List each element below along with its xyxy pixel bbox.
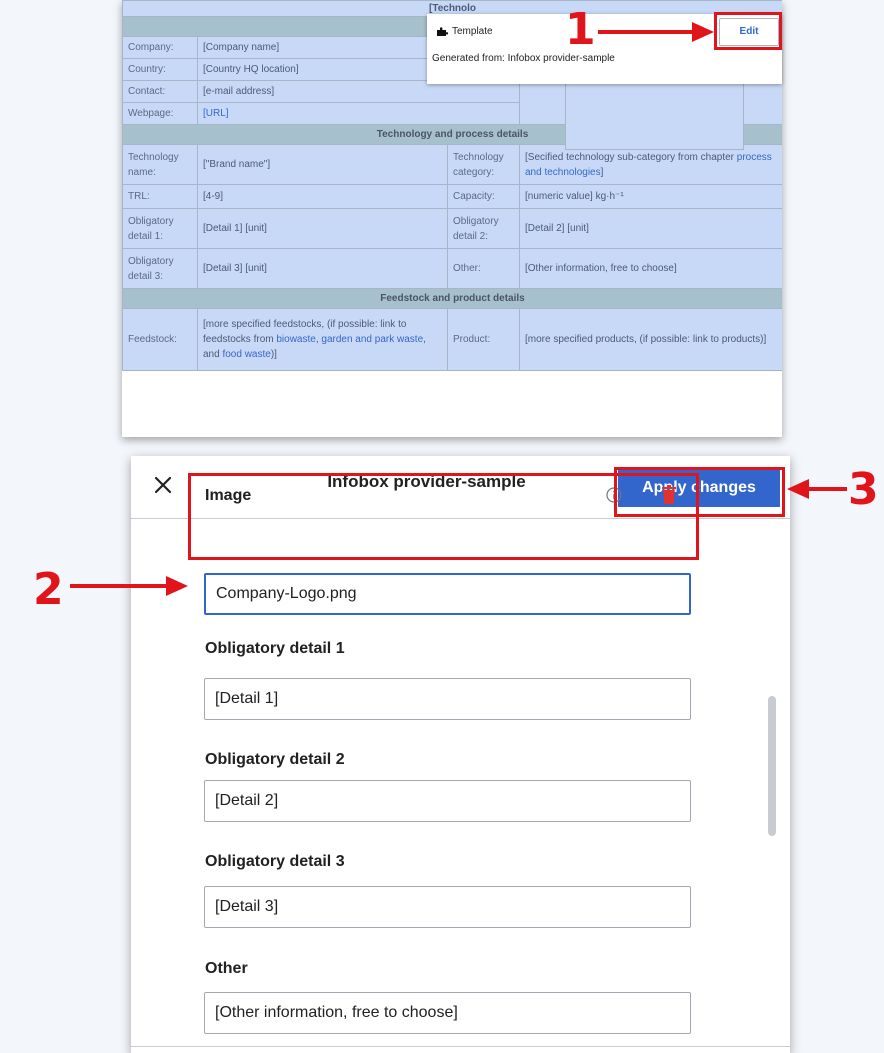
callout-2: 2 [33, 564, 64, 615]
row-label: Feedstock: [122, 308, 198, 371]
row-label: Country: [122, 58, 198, 81]
field-label-detail-2: Obligatory detail 2 [205, 751, 345, 768]
row-value: [more specified products, (if possible: … [518, 308, 782, 371]
cell-text: [Secified technology sub-category from c… [525, 151, 737, 163]
row-label: Contact: [122, 80, 198, 103]
row-label: Company: [122, 36, 198, 59]
field-label-other: Other [205, 960, 248, 977]
row-value: [numeric value] kg·h⁻¹ [518, 184, 782, 209]
row-value: ["Brand name"] [197, 144, 448, 185]
row-value: [Secified technology sub-category from c… [518, 144, 782, 185]
row-label: Product: [447, 308, 520, 371]
row-label: Technology category: [447, 144, 520, 185]
highlight-edit [714, 12, 782, 50]
cell-text: ] [600, 166, 604, 178]
row-label: Capacity: [447, 184, 520, 209]
callout-1: 1 [565, 4, 596, 55]
arrow-left-icon [787, 479, 847, 499]
row-label: Obligatory detail 1: [122, 208, 198, 249]
row-label: TRL: [122, 184, 198, 209]
field-label-detail-3: Obligatory detail 3 [205, 853, 345, 870]
row-value: [4-9] [197, 184, 448, 209]
detail-2-input[interactable]: [Detail 2] [204, 780, 691, 822]
garden-waste-link[interactable]: garden and park waste [321, 334, 423, 345]
row-value: [Detail 1] [unit] [197, 208, 448, 249]
detail-3-input[interactable]: [Detail 3] [204, 886, 691, 928]
row-value: [Detail 3] [unit] [197, 248, 448, 289]
cell-text: )] [270, 349, 277, 360]
template-header: Template [437, 26, 493, 37]
row-value: [more specified feedstocks, (if possible… [197, 308, 448, 371]
callout-3: 3 [848, 464, 879, 515]
dialog-footer-divider [131, 1046, 790, 1047]
row-label: Webpage: [122, 102, 198, 125]
row-label: Obligatory detail 3: [122, 248, 198, 289]
template-title: Template [452, 26, 493, 37]
arrow-right-icon [70, 576, 188, 596]
row-label: Obligatory detail 2: [447, 208, 520, 249]
row-value: [Other information, free to choose] [518, 248, 782, 289]
arrow-right-icon [598, 22, 714, 42]
biowaste-link[interactable]: biowaste [276, 334, 315, 345]
other-input[interactable]: [Other information, free to choose] [204, 992, 691, 1034]
webpage-value[interactable]: [URL] [197, 102, 520, 125]
image-input[interactable]: Company-Logo.png [204, 573, 691, 615]
scrollbar-thumb[interactable] [768, 696, 776, 836]
section-feedstock: Feedstock and product details [122, 288, 782, 309]
row-label: Other: [447, 248, 520, 289]
field-label-detail-1: Obligatory detail 1 [205, 640, 345, 657]
highlight-apply [614, 467, 785, 517]
row-value: [Detail 2] [unit] [518, 208, 782, 249]
detail-1-input[interactable]: [Detail 1] [204, 678, 691, 720]
template-puzzle-icon [437, 27, 448, 36]
row-label: Technology name: [122, 144, 198, 185]
food-waste-link[interactable]: food waste [222, 349, 270, 360]
